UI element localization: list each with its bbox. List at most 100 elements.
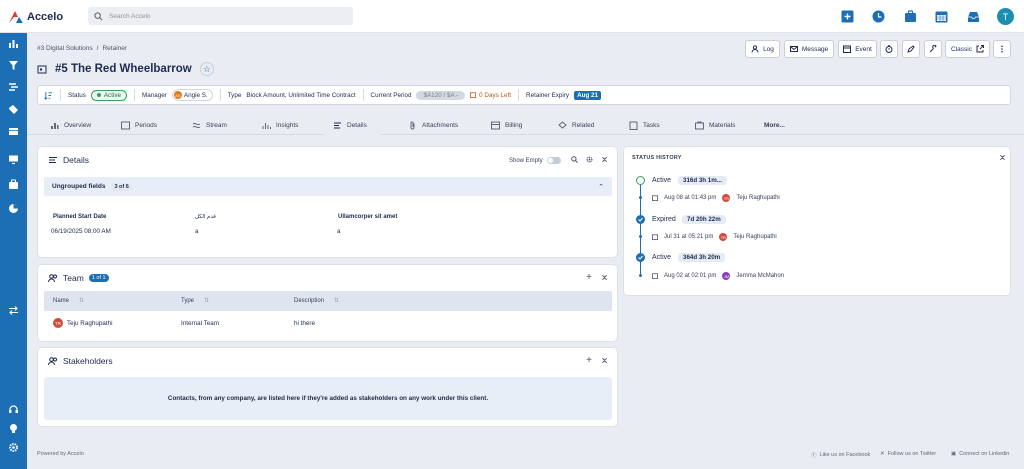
search-placeholder: Search Accelo xyxy=(109,12,151,20)
toggle-switch[interactable] xyxy=(546,157,561,164)
column-header-description[interactable]: Description ⇅ xyxy=(294,297,339,305)
edit-button[interactable] xyxy=(902,40,920,58)
accelo-logo[interactable]: Accelo xyxy=(8,9,63,25)
message-button[interactable]: Message xyxy=(784,40,834,58)
timer-icon[interactable] xyxy=(871,9,886,24)
reports-icon[interactable] xyxy=(8,203,19,214)
history-user[interactable]: Jemma McMahon xyxy=(736,273,784,279)
more-button[interactable] xyxy=(993,40,1011,58)
field-label: Ullamcorper sit amet xyxy=(338,214,398,220)
tab-tasks[interactable]: Tasks xyxy=(620,116,669,135)
search-input[interactable]: Search Accelo xyxy=(88,7,353,25)
team-member-description: hi there xyxy=(294,320,316,327)
active-status-node xyxy=(636,176,645,185)
add-icon[interactable] xyxy=(840,9,855,24)
classic-button[interactable]: Classic xyxy=(945,40,990,58)
manager-chip[interactable]: AS Angie S. xyxy=(171,89,213,101)
field-value[interactable]: a xyxy=(195,228,199,235)
add-stakeholder-icon[interactable]: + xyxy=(585,356,593,366)
linkedin-link[interactable]: ▣ Connect on Linkedin xyxy=(951,451,1009,457)
switch-icon[interactable] xyxy=(8,305,19,316)
column-header-type[interactable]: Type ⇅ xyxy=(181,297,210,305)
log-button[interactable]: Log xyxy=(745,40,780,58)
period-amount[interactable]: $A120 / $A - xyxy=(416,90,466,100)
tab-materials[interactable]: Materials xyxy=(686,116,744,135)
retainer-icon[interactable] xyxy=(8,126,19,137)
overview-icon xyxy=(51,123,59,129)
tab-more[interactable]: More... xyxy=(755,116,794,135)
stream-icon xyxy=(192,122,201,129)
column-header-name[interactable]: Name ⇅ xyxy=(53,297,84,305)
funnel-icon[interactable] xyxy=(8,60,19,71)
collapse-stakeholders-icon[interactable] xyxy=(600,357,608,365)
stopwatch-button[interactable] xyxy=(880,40,898,58)
settings-icon[interactable] xyxy=(8,442,19,453)
twitter-label: Follow us on Twitter xyxy=(887,451,937,457)
field-value[interactable]: 06/19/2025 08:00 AM xyxy=(51,228,111,235)
briefcase-nav-icon[interactable] xyxy=(8,179,19,190)
type-field: Type Block Amount, Unlimited Time Contra… xyxy=(221,89,364,101)
collapse-history-icon[interactable] xyxy=(998,154,1006,162)
tab-stream-label: Stream xyxy=(206,122,227,129)
collapse-details-icon[interactable] xyxy=(600,156,608,164)
gear-icon[interactable] xyxy=(585,156,593,164)
chevron-up-icon[interactable]: ⌃ xyxy=(598,183,604,191)
tab-stream[interactable]: Stream xyxy=(183,116,236,135)
ticket-icon[interactable] xyxy=(8,104,19,115)
ungrouped-fields-header[interactable]: Ungrouped fields 3 of 6 ⌃ xyxy=(44,177,612,196)
projects-icon[interactable] xyxy=(8,82,19,93)
add-team-icon[interactable]: + xyxy=(585,273,593,283)
breadcrumb-current[interactable]: Retainer xyxy=(102,45,127,52)
calendar-small-icon xyxy=(652,273,658,279)
support-icon[interactable] xyxy=(8,404,19,415)
sort-toggle[interactable] xyxy=(38,89,61,101)
monitor-icon[interactable] xyxy=(8,154,19,165)
briefcase-icon[interactable] xyxy=(903,9,918,24)
tab-related[interactable]: Related xyxy=(549,116,603,135)
status-badge[interactable]: Active xyxy=(90,89,128,101)
search-icon xyxy=(94,11,103,20)
tab-billing[interactable]: Billing xyxy=(482,116,531,135)
type-value: Block Amount, Unlimited Time Contract xyxy=(246,91,356,99)
period-days: 0 Days Left xyxy=(479,91,512,99)
tab-attachments[interactable]: Attachments xyxy=(399,116,467,135)
footer-powered-by[interactable]: Powered by Accelo xyxy=(37,451,84,457)
tab-periods[interactable]: Periods xyxy=(112,116,166,135)
team-member-name[interactable]: Teju Raghupathi xyxy=(67,320,113,327)
calendar-icon[interactable] xyxy=(934,9,949,24)
tab-insights[interactable]: Insights xyxy=(253,116,307,135)
facebook-link[interactable]: ⓕ Like us on Facebook xyxy=(811,451,870,459)
tab-insights-label: Insights xyxy=(276,122,299,129)
tab-details-label: Details xyxy=(347,122,367,129)
title-row: #5 The Red Wheelbarrow ☆ xyxy=(37,62,214,76)
expiry-field: Retainer Expiry Aug 21 xyxy=(519,89,608,101)
sort-arrows-icon: ⇅ xyxy=(204,298,210,304)
expiry-value[interactable]: Aug 21 xyxy=(574,90,602,100)
period-field: Current Period $A120 / $A - 0 Days Left xyxy=(364,89,520,101)
show-empty-toggle[interactable]: Show Empty xyxy=(509,157,561,164)
history-date: Aug 08 at 01:43 pm xyxy=(664,195,717,201)
history-meta: Aug 08 at 01:43 pm TR Teju Raghupathi xyxy=(652,194,780,202)
dashboard-icon[interactable] xyxy=(8,38,19,49)
lightbulb-icon[interactable] xyxy=(8,423,19,434)
tab-overview[interactable]: Overview xyxy=(41,116,100,135)
field-value[interactable]: a xyxy=(337,228,341,235)
twitter-link[interactable]: ✕ Follow us on Twitter xyxy=(880,451,936,457)
star-icon[interactable]: ☆ xyxy=(199,62,214,76)
tab-details[interactable]: Details xyxy=(324,116,381,135)
user-avatar[interactable]: T xyxy=(997,8,1014,25)
tools-button[interactable] xyxy=(924,40,942,58)
breadcrumb-root[interactable]: #3 Digital Solutions xyxy=(37,45,93,52)
inbox-icon[interactable] xyxy=(966,9,981,24)
collapse-team-icon[interactable] xyxy=(600,274,608,282)
show-empty-label: Show Empty xyxy=(509,157,543,164)
history-user[interactable]: Teju Raghupathi xyxy=(736,195,779,201)
table-row[interactable]: TR Teju Raghupathi Internal Team hi ther… xyxy=(44,311,612,335)
history-meta: Aug 02 at 02:01 pm JM Jemma McMahon xyxy=(652,272,784,280)
status-field: Status Active xyxy=(61,89,136,101)
expiry-label: Retainer Expiry xyxy=(526,91,570,99)
history-user[interactable]: Teju Raghupathi xyxy=(733,234,776,240)
search-details-icon[interactable] xyxy=(570,156,578,164)
paperclip-icon xyxy=(410,121,415,130)
event-button[interactable]: Event xyxy=(838,40,877,58)
